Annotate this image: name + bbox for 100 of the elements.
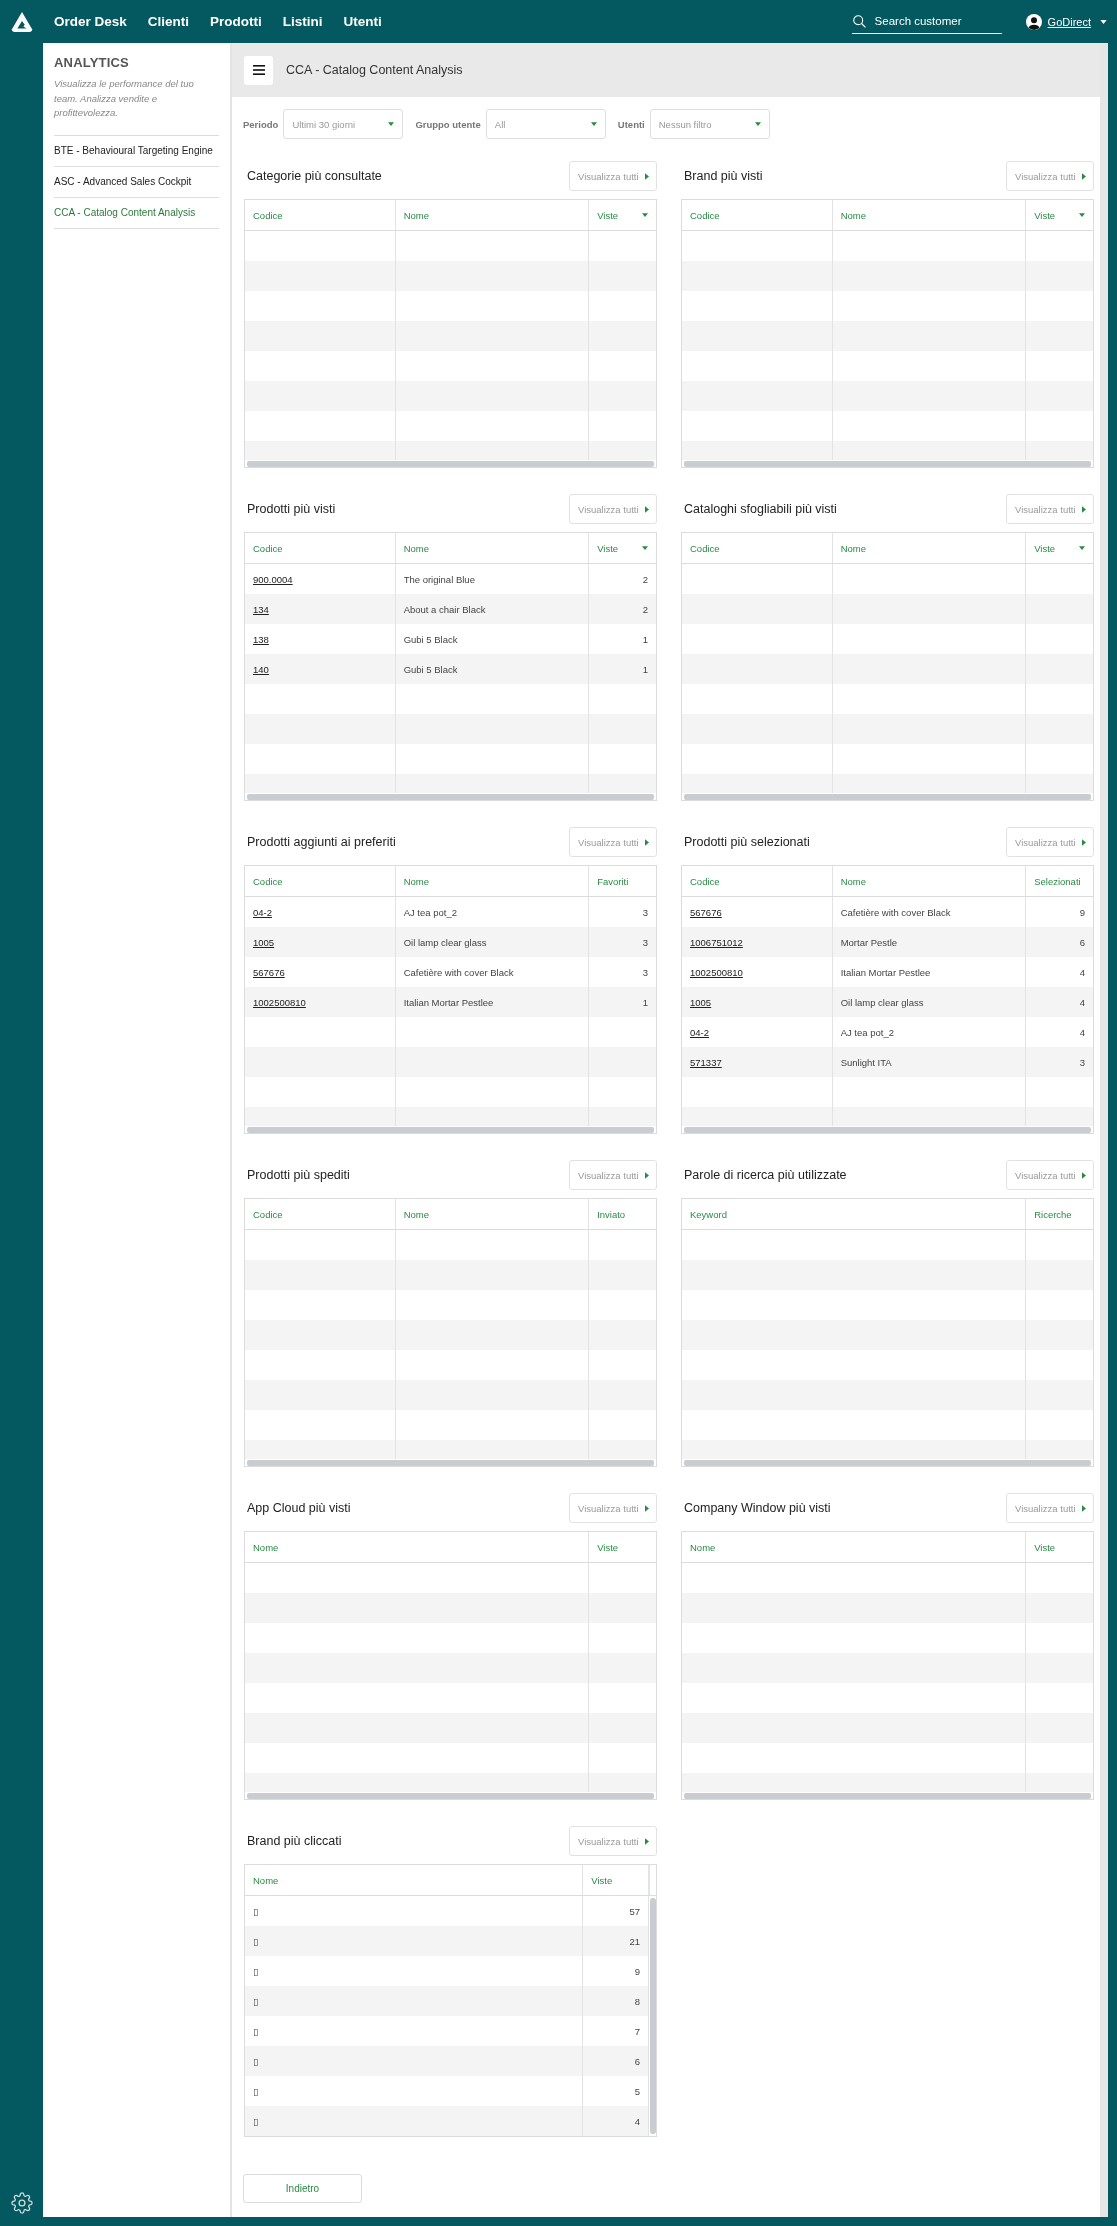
dropdown[interactable]: Ultimi 30 giorni [283, 109, 404, 139]
code-link[interactable]: 140 [253, 663, 269, 675]
code-link[interactable]: 1002500810 [690, 966, 743, 978]
dropdown[interactable]: All [485, 109, 606, 139]
column-header[interactable]: Nome [245, 1865, 584, 1895]
panel-title: Company Window più visti [684, 1501, 831, 1515]
code-link[interactable]: 571337 [690, 1056, 722, 1068]
code-link[interactable]: 1006751012 [690, 936, 743, 948]
column-header[interactable]: Nome [682, 1532, 1027, 1562]
view-all-button[interactable]: Visualizza tutti [1006, 161, 1094, 191]
column-header[interactable]: Codice [245, 866, 396, 896]
horizontal-scrollbar[interactable] [684, 461, 1091, 467]
settings-icon[interactable] [10, 2192, 33, 2214]
column-header[interactable]: Nome [395, 533, 590, 563]
view-all-button[interactable]: Visualizza tutti [1006, 827, 1094, 857]
column-header[interactable]: Codice [245, 1199, 396, 1229]
scrollbar-track[interactable] [1100, 43, 1108, 2217]
view-all-button[interactable]: Visualizza tutti [1006, 494, 1094, 524]
table-cell-text: 4 [1078, 995, 1086, 1010]
horizontal-scrollbar[interactable] [247, 461, 654, 467]
column-header[interactable]: Nome [832, 866, 1027, 896]
logo-icon[interactable] [10, 10, 33, 33]
view-all-button[interactable]: Visualizza tutti [569, 1826, 657, 1856]
view-all-button[interactable]: Visualizza tutti [569, 1493, 657, 1523]
horizontal-scrollbar[interactable] [684, 1127, 1091, 1133]
column-header[interactable]: Codice [245, 533, 396, 563]
column-header[interactable]: Favoriti [589, 866, 656, 896]
panel-title: Categorie più consultate [247, 169, 382, 183]
vertical-scrollbar[interactable] [650, 1898, 656, 2134]
code-link[interactable]: 900.0004 [253, 573, 293, 585]
column-header[interactable]: Nome [395, 200, 590, 230]
table-cell-text: 4 [1078, 965, 1086, 980]
code-link[interactable]: 567676 [690, 906, 722, 918]
panel-title: Brand più visti [684, 169, 763, 183]
nav-link[interactable]: Order Desk [54, 14, 127, 29]
horizontal-scrollbar[interactable] [684, 1460, 1091, 1466]
column-header[interactable]: Nome [832, 533, 1027, 563]
column-header[interactable]: Viste [1026, 1532, 1093, 1562]
sidebar-item[interactable]: BTE - Behavioural Targeting Engine [54, 135, 219, 167]
sidebar-item[interactable]: ASC - Advanced Sales Cockpit [54, 166, 219, 198]
view-all-button[interactable]: Visualizza tutti [1006, 1493, 1094, 1523]
column-header[interactable]: Codice [682, 533, 833, 563]
column-header[interactable]: Codice [682, 200, 833, 230]
nav-link[interactable]: Clienti [147, 14, 190, 29]
code-link[interactable]: 1005 [690, 996, 712, 1008]
page-title: CCA - Catalog Content Analysis [286, 63, 463, 77]
view-all-button[interactable]: Visualizza tutti [569, 161, 657, 191]
table-cell-text: 1 [641, 632, 649, 647]
horizontal-scrollbar[interactable] [684, 794, 1091, 800]
column-header[interactable]: Selezionati [1026, 866, 1093, 896]
caret-down-icon[interactable] [1100, 19, 1107, 24]
column-header[interactable]: Viste [583, 1865, 649, 1895]
menu-icon [252, 65, 265, 75]
nav-link[interactable]: Utenti [343, 14, 382, 29]
column-header[interactable]: Nome [832, 200, 1027, 230]
view-all-button[interactable]: Visualizza tutti [1006, 1160, 1094, 1190]
column-header[interactable]: Nome [245, 1532, 590, 1562]
column-header[interactable]: Viste [589, 200, 656, 230]
code-link[interactable]: 04-2 [690, 1026, 709, 1038]
column-header[interactable]: Nome [395, 1199, 590, 1229]
code-link[interactable]: 567676 [253, 966, 285, 978]
column-header[interactable]: Viste [589, 533, 656, 563]
horizontal-scrollbar[interactable] [247, 1460, 654, 1466]
view-all-button[interactable]: Visualizza tutti [569, 1160, 657, 1190]
horizontal-scrollbar[interactable] [247, 1793, 654, 1799]
horizontal-scrollbar[interactable] [684, 1793, 1091, 1799]
table-cell-text: 6 [1078, 935, 1086, 950]
horizontal-scrollbar[interactable] [247, 1127, 654, 1133]
panel-title: Prodotti più selezionati [684, 835, 810, 849]
view-all-button[interactable]: Visualizza tutti [569, 827, 657, 857]
column-header[interactable]: Viste [1026, 200, 1093, 230]
nav-link[interactable]: Listini [282, 14, 323, 29]
user-name-link[interactable]: GoDirect [1047, 15, 1091, 28]
column-header[interactable]: Nome [395, 866, 590, 896]
view-all-button[interactable]: Visualizza tutti [569, 494, 657, 524]
code-link[interactable]: 134 [253, 603, 269, 615]
sidebar-item[interactable]: CCA - Catalog Content Analysis [54, 197, 219, 229]
menu-button[interactable] [244, 55, 273, 85]
column-header[interactable]: Codice [245, 200, 396, 230]
panel-title: Brand più cliccati [247, 1834, 342, 1848]
horizontal-scrollbar[interactable] [247, 794, 654, 800]
column-header[interactable]: Codice [682, 866, 833, 896]
code-link[interactable]: 04-2 [253, 906, 272, 918]
dropdown[interactable]: Nessun filtro [649, 109, 770, 139]
search-field[interactable]: Search customer [851, 9, 1002, 34]
back-button[interactable]: Indietro [243, 2174, 362, 2203]
table-cell: 4 [583, 2106, 649, 2136]
code-link[interactable]: 1005 [253, 936, 275, 948]
avatar-icon[interactable] [1025, 13, 1042, 30]
code-link[interactable]: 1002500810 [253, 996, 306, 1008]
panel-title: Prodotti più visti [247, 502, 336, 516]
column-header[interactable]: Viste [589, 1532, 656, 1562]
caret-right-icon [1082, 1504, 1086, 1512]
column-header[interactable]: Ricerche [1026, 1199, 1093, 1229]
nav-link[interactable]: Prodotti [210, 14, 262, 29]
column-header[interactable]: Keyword [682, 1199, 1027, 1229]
column-header[interactable]: Inviato [589, 1199, 656, 1229]
code-link[interactable]: 138 [253, 633, 269, 645]
column-header[interactable]: Viste [1026, 533, 1093, 563]
sidebar-description: Visualizza le performance del tuo team. Analizza vendite e profittevolezza. [54, 77, 195, 120]
